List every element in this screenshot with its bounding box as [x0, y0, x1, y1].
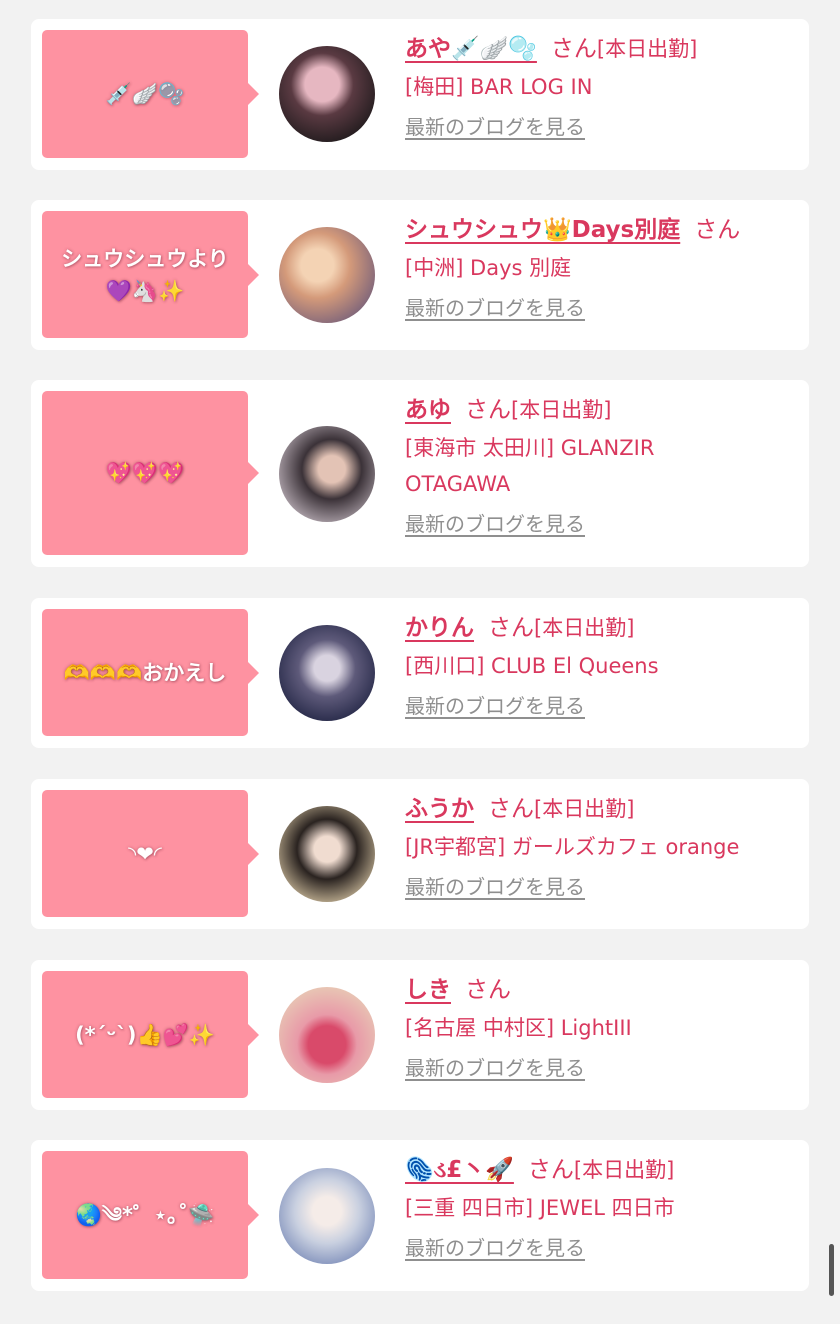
latest-blog-link[interactable]: 最新のブログを見る: [405, 292, 585, 321]
shop-name: [西川口] CLUB El Queens: [405, 654, 659, 678]
honorific: さん: [488, 615, 534, 641]
latest-blog-link[interactable]: 最新のブログを見る: [405, 111, 585, 140]
message-text: ◝❤︎◜: [128, 841, 162, 866]
cast-name-link[interactable]: あや💉🪽🫧: [405, 36, 537, 62]
avatar[interactable]: [279, 46, 375, 142]
name-line: あゆ さん[本日出勤]: [405, 392, 795, 428]
scrollbar[interactable]: [829, 1244, 834, 1296]
shop-name: [梅田] BAR LOG IN: [405, 75, 593, 99]
message-bubble: シュウシュウより💜🦄✨: [42, 211, 259, 338]
attendance-status: [本日出勤]: [596, 37, 698, 61]
avatar[interactable]: [279, 426, 375, 522]
cast-name-link[interactable]: しき: [405, 977, 451, 1003]
attendance-status: [本日出勤]: [573, 1158, 675, 1182]
name-line: ふうか さん[本日出勤]: [405, 791, 795, 827]
shop-name: [名古屋 中村区] LightIII: [405, 1016, 632, 1040]
shop-name: [東海市 太田川] GLANZIR OTAGAWA: [405, 436, 655, 496]
honorific: さん: [465, 977, 511, 1003]
avatar[interactable]: [279, 987, 375, 1083]
card-info: ふうか さん[本日出勤] [JR宇都宮] ガールズカフェ orange 最新のブロ…: [405, 791, 795, 900]
attendance-status: [本日出勤]: [534, 616, 635, 640]
message-bubble: (*´ᵕ`)👍💕✨: [42, 971, 259, 1098]
cast-name-link[interactable]: シュウシュウ👑Days別庭: [405, 217, 680, 243]
honorific: さん: [465, 397, 511, 423]
latest-blog-link[interactable]: 最新のブログを見る: [405, 871, 585, 900]
message-bubble: 🫶🫶🫶おかえし: [42, 609, 259, 736]
avatar[interactable]: [279, 1168, 375, 1264]
name-line: あや💉🪽🫧 さん[本日出勤]: [405, 31, 795, 67]
cast-name-link[interactable]: 🫆ડ£丶🚀: [405, 1157, 514, 1183]
blog-card: 💉🪽🫧 あや💉🪽🫧 さん[本日出勤] [梅田] BAR LOG IN 最新のブログ…: [31, 19, 809, 170]
honorific: さん: [527, 1157, 574, 1183]
cast-name-link[interactable]: あゆ: [405, 397, 451, 423]
avatar[interactable]: [279, 625, 375, 721]
honorific: さん: [550, 36, 597, 62]
name-line: 🫆ડ£丶🚀 さん[本日出勤]: [405, 1152, 795, 1188]
message-bubble: 💖💖💖: [42, 391, 259, 555]
cast-name-link[interactable]: ふうか: [405, 796, 474, 822]
card-info: しき さん [名古屋 中村区] LightIII 最新のブログを見る: [405, 972, 795, 1081]
blog-card: (*´ᵕ`)👍💕✨ しき さん [名古屋 中村区] LightIII 最新のブログ…: [31, 960, 809, 1110]
message-text: シュウシュウより💜🦄✨: [61, 246, 229, 303]
shop-name: [三重 四日市] JEWEL 四日市: [405, 1196, 675, 1220]
blog-card: 💖💖💖 あゆ さん[本日出勤] [東海市 太田川] GLANZIR OTAGAWA…: [31, 380, 809, 567]
message-bubble: ◝❤︎◜: [42, 790, 259, 917]
cast-name-link[interactable]: かりん: [405, 615, 474, 641]
message-text: 🫶🫶🫶おかえし: [63, 660, 227, 685]
message-text: 💉🪽🫧: [105, 82, 185, 106]
card-info: シュウシュウ👑Days別庭 さん [中洲] Days 別庭 最新のブログを見る: [405, 212, 795, 321]
honorific: さん: [488, 796, 534, 822]
avatar[interactable]: [279, 227, 375, 323]
blog-card: 🌏༄*゜⋆｡˚🛸 🫆ડ£丶🚀 さん[本日出勤] [三重 四日市] JEWEL 四日…: [31, 1140, 809, 1291]
card-info: あゆ さん[本日出勤] [東海市 太田川] GLANZIR OTAGAWA 最新の…: [405, 392, 795, 537]
message-text: (*´ᵕ`)👍💕✨: [75, 1022, 215, 1047]
attendance-status: [本日出勤]: [511, 398, 612, 422]
blog-card: シュウシュウより💜🦄✨ シュウシュウ👑Days別庭 さん [中洲] Days 別庭…: [31, 200, 809, 350]
blog-card: 🫶🫶🫶おかえし かりん さん[本日出勤] [西川口] CLUB El Queens…: [31, 598, 809, 748]
name-line: しき さん: [405, 972, 795, 1008]
message-text: 🌏༄*゜⋆｡˚🛸: [75, 1203, 215, 1227]
latest-blog-link[interactable]: 最新のブログを見る: [405, 508, 585, 537]
name-line: かりん さん[本日出勤]: [405, 610, 795, 646]
avatar[interactable]: [279, 806, 375, 902]
blog-card: ◝❤︎◜ ふうか さん[本日出勤] [JR宇都宮] ガールズカフェ orange …: [31, 779, 809, 929]
message-bubble: 🌏༄*゜⋆｡˚🛸: [42, 1151, 259, 1279]
card-info: 🫆ડ£丶🚀 さん[本日出勤] [三重 四日市] JEWEL 四日市 最新のブログを…: [405, 1152, 795, 1261]
latest-blog-link[interactable]: 最新のブログを見る: [405, 1052, 585, 1081]
attendance-status: [本日出勤]: [534, 797, 635, 821]
card-info: あや💉🪽🫧 さん[本日出勤] [梅田] BAR LOG IN 最新のブログを見る: [405, 31, 795, 140]
message-bubble: 💉🪽🫧: [42, 30, 259, 158]
latest-blog-link[interactable]: 最新のブログを見る: [405, 1232, 585, 1261]
name-line: シュウシュウ👑Days別庭 さん: [405, 212, 795, 248]
latest-blog-link[interactable]: 最新のブログを見る: [405, 690, 585, 719]
message-text: 💖💖💖: [105, 461, 185, 485]
shop-name: [JR宇都宮] ガールズカフェ orange: [405, 835, 740, 859]
honorific: さん: [694, 217, 741, 243]
card-info: かりん さん[本日出勤] [西川口] CLUB El Queens 最新のブログを…: [405, 610, 795, 719]
shop-name: [中洲] Days 別庭: [405, 256, 572, 280]
